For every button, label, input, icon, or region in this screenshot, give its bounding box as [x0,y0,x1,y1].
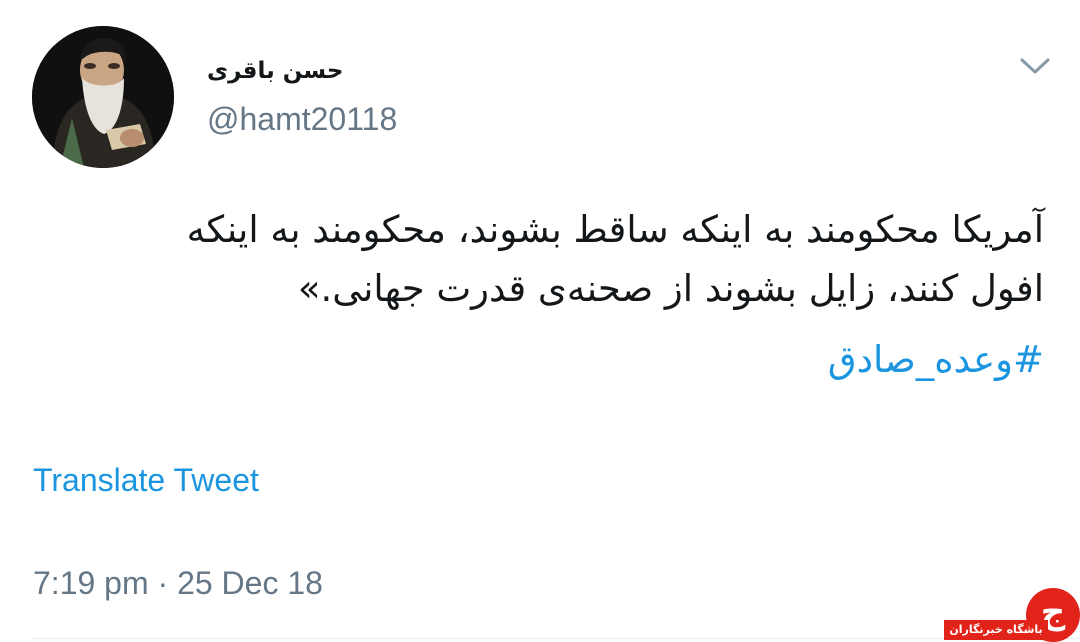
tweet-text-line: آمریکا محکومند به اینکه ساقط بشوند، محکو… [186,208,1044,251]
user-handle[interactable]: @hamt20118 [207,101,397,138]
watermark-logo: ج باشگاه خبرنگاران [944,588,1080,642]
watermark-label: باشگاه خبرنگاران [944,620,1048,640]
hashtag-link[interactable]: #وعده_صادق [828,330,1044,389]
translate-tweet-link[interactable]: Translate Tweet [33,462,259,499]
tweet-text-line: افول کنند، زایل بشوند از صحنه‌ی قدرت جها… [297,267,1044,310]
avatar[interactable] [32,26,174,168]
tweet-text: آمریکا محکومند به اینکه ساقط بشوند، محکو… [44,200,1044,318]
divider [32,638,1080,639]
chevron-down-icon[interactable] [1018,54,1052,78]
tweet-timestamp[interactable]: 7:19 pm · 25 Dec 18 [33,565,323,602]
display-name[interactable]: حسن باقری [207,58,343,84]
profile-photo [32,26,174,168]
